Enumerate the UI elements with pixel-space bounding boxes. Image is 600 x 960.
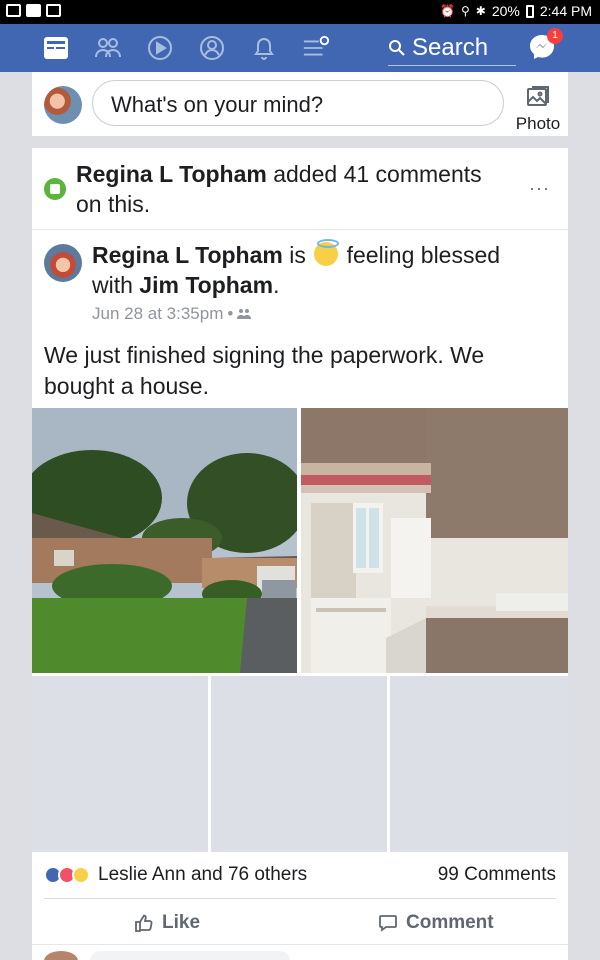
friends-icon[interactable] — [94, 34, 122, 62]
gallery-icon — [46, 4, 61, 17]
news-feed-icon[interactable] — [42, 34, 70, 62]
add-icon — [26, 4, 41, 17]
photo-house-exterior[interactable] — [32, 408, 297, 673]
photo-placeholder[interactable] — [32, 676, 208, 852]
divider — [44, 898, 556, 899]
reactions-summary[interactable]: Leslie Ann and 76 others — [44, 864, 307, 886]
location-icon: ⚲ — [460, 4, 470, 18]
search-button[interactable]: Search — [388, 32, 516, 66]
like-label: Like — [162, 912, 201, 933]
comment-input-preview[interactable] — [90, 951, 290, 960]
next-post-preview — [32, 944, 568, 960]
reaction-icons — [44, 866, 90, 884]
friends-audience-icon — [237, 309, 252, 319]
photo-icon — [527, 86, 549, 106]
more-options-button[interactable]: ··· — [529, 178, 550, 199]
system-status: ⏰ ⚲ ✱ 20% 2:44 PM — [440, 3, 592, 19]
activity-actor[interactable]: Regina L Topham — [76, 161, 267, 187]
avatar — [44, 951, 78, 960]
is-text: is — [282, 242, 313, 268]
photo-placeholder[interactable] — [211, 676, 387, 852]
battery-icon — [525, 4, 534, 18]
like-button[interactable]: Like — [134, 908, 200, 938]
feeling-blessed-icon — [314, 239, 340, 266]
clock: 2:44 PM — [539, 3, 592, 19]
messenger-button[interactable]: 1 — [527, 28, 563, 62]
battery-percent: 20% — [491, 3, 520, 19]
top-nav-bar: Search 1 — [0, 24, 600, 72]
wow-reaction-icon — [72, 866, 90, 884]
bluetooth-icon: ✱ — [475, 4, 486, 18]
post-meta: Jun 28 at 3:35pm • — [92, 304, 252, 324]
post-header: Regina L Topham is feeling blessed with … — [92, 239, 532, 300]
reactions-text: Leslie Ann and 76 others — [98, 864, 308, 885]
post-date[interactable]: Jun 28 at 3:35pm — [92, 304, 223, 324]
comment-button[interactable]: Comment — [378, 908, 494, 938]
post-body: We just finished signing the paperwork. … — [44, 342, 485, 399]
header-tail: . — [273, 272, 280, 298]
alarm-icon: ⏰ — [440, 4, 455, 18]
status-composer: What's on your mind? Photo — [32, 72, 568, 136]
comment-activity-icon — [44, 178, 66, 200]
author-avatar[interactable] — [44, 244, 82, 282]
photo-kitchen[interactable] — [301, 408, 568, 673]
messenger-badge: 1 — [547, 28, 563, 44]
status-input[interactable]: What's on your mind? — [92, 80, 504, 126]
photo-button[interactable]: Photo — [510, 80, 566, 134]
watch-icon[interactable] — [146, 34, 174, 62]
status-bar: ⏰ ⚲ ✱ 20% 2:44 PM — [0, 0, 600, 24]
search-label: Search — [412, 34, 489, 61]
author-name[interactable]: Regina L Topham — [92, 242, 283, 268]
profile-icon[interactable] — [198, 34, 226, 62]
photo-label: Photo — [515, 114, 561, 133]
notification-icons — [6, 4, 61, 17]
comment-bubble-icon — [379, 915, 397, 932]
menu-icon[interactable] — [302, 34, 330, 62]
thumbs-up-icon — [135, 914, 153, 932]
avatar[interactable] — [44, 86, 82, 124]
feed-post: Regina L Topham added 41 comments on thi… — [32, 148, 568, 960]
search-underline — [388, 65, 516, 66]
mail-icon — [6, 4, 21, 17]
tagged-name[interactable]: Jim Topham — [139, 272, 273, 298]
comments-count[interactable]: 99 Comments — [438, 864, 556, 886]
notifications-bell-icon[interactable] — [250, 34, 278, 62]
activity-text: Regina L Topham added 41 comments on thi… — [76, 159, 506, 219]
search-icon — [389, 40, 405, 56]
comment-label: Comment — [406, 912, 494, 933]
meta-separator: • — [227, 304, 234, 323]
photo-placeholder[interactable] — [390, 676, 568, 852]
activity-header: Regina L Topham added 41 comments on thi… — [32, 148, 568, 230]
